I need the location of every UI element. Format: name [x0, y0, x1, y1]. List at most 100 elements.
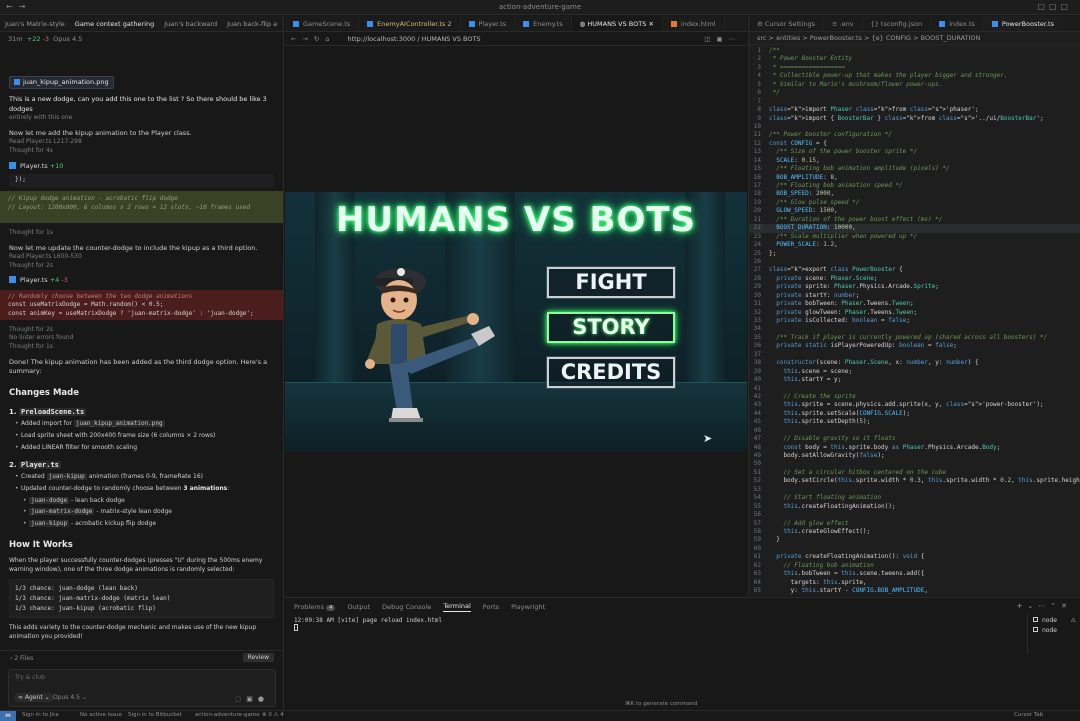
status-problems[interactable]: ⊗ 0 ⚠ 4 — [262, 712, 284, 718]
panel-tab-terminal[interactable]: Terminal — [443, 602, 471, 612]
menu-button-fight[interactable]: FIGHT — [547, 267, 675, 298]
code-line[interactable]: 30 private startY: number; — [749, 292, 1080, 300]
composer-icons[interactable]: ◌▣● — [235, 695, 269, 703]
code-line[interactable]: 42 // Create the sprite — [749, 393, 1080, 401]
code-line[interactable]: 17 /** Floating bob animation speed */ — [749, 182, 1080, 190]
code-line[interactable]: 24 POWER_SCALE: 1.2, — [749, 241, 1080, 249]
code-line[interactable]: 22 BOOST_DURATION: 10000, — [749, 224, 1080, 233]
changed-files-toggle[interactable]: › 2 Files — [10, 655, 33, 662]
chat-tab[interactable]: Juan's Matrix-style — [0, 16, 70, 32]
code-line[interactable]: 49 body.setAllowGravity(false); — [749, 452, 1080, 460]
editor-tab[interactable]: {} tsconfig.json — [863, 16, 932, 31]
editor-tab[interactable]: GameScene.ts — [285, 16, 360, 31]
code-line[interactable]: 65 y: this.startY - CONFIG.BOB_AMPLITUDE… — [749, 587, 1080, 595]
edited-file-chip[interactable]: Player.ts +10 — [9, 161, 274, 171]
code-line[interactable]: 7 — [749, 98, 1080, 106]
status-cursor-tab[interactable]: Cursor Tab — [1014, 712, 1043, 718]
code-line[interactable]: 35 /** Track if player is currently powe… — [749, 334, 1080, 342]
code-line[interactable]: 8 class="k">import Phaser class="k">from … — [749, 106, 1080, 114]
menu-button-credits[interactable]: CREDITS — [547, 357, 675, 388]
code-line[interactable]: 5 * Similar to Mario's mushroom/flower p… — [749, 81, 1080, 89]
code-line[interactable]: 16 BOB_AMPLITUDE: 8, — [749, 174, 1080, 182]
chat-tab[interactable]: Juan back-flip a — [222, 16, 282, 32]
panel-tab-problems[interactable]: Problems 4 — [294, 603, 336, 611]
code-line[interactable]: 57 // Add glow effect — [749, 520, 1080, 528]
code-line[interactable]: 43 this.sprite = scene.physics.add.sprit… — [749, 401, 1080, 409]
code-line[interactable]: 50 — [749, 460, 1080, 468]
editor-tab[interactable]: Player.ts — [461, 16, 516, 31]
chat-tab[interactable]: Juan's backward — [159, 16, 222, 32]
code-line[interactable]: 20 GLOW_SPEED: 1500, — [749, 207, 1080, 215]
code-line[interactable]: 4 * Collectible power-up that makes the … — [749, 72, 1080, 80]
code-line[interactable]: 54 // Start floating animation — [749, 494, 1080, 502]
code-line[interactable]: 6 */ — [749, 89, 1080, 97]
code-line[interactable]: 18 BOB_SPEED: 2000, — [749, 190, 1080, 198]
browser-nav-icons[interactable]: ←→↻⌂ — [291, 35, 335, 43]
code-line[interactable]: 23 /** Scale multiplier when powered up … — [749, 233, 1080, 241]
thought-step[interactable]: Thought for 2s — [9, 326, 274, 335]
breadcrumb[interactable]: src > entities > PowerBooster.ts > {e} C… — [749, 32, 1080, 45]
code-line[interactable]: 14 SCALE: 0.15, — [749, 157, 1080, 165]
thought-step[interactable]: Thought for 1s — [9, 229, 274, 238]
browser-tool-icons[interactable]: ◫▣⋯ — [704, 35, 741, 43]
code-line[interactable]: 44 this.sprite.setScale(CONFIG.SCALE); — [749, 410, 1080, 418]
code-line[interactable]: 41 — [749, 385, 1080, 393]
code-line[interactable]: 15 /** Floating bob animation amplitude … — [749, 165, 1080, 173]
agent-mode-select[interactable]: ∞ Agent ⌄ — [14, 693, 54, 702]
code-line[interactable]: 34 — [749, 325, 1080, 333]
code-line[interactable]: 21 /** Duration of the power boost effec… — [749, 216, 1080, 224]
editor-tab[interactable]: index.ts — [931, 16, 984, 31]
status-jira[interactable]: Sign in to Jira — [22, 712, 59, 718]
image-icon[interactable]: ▣ — [246, 695, 258, 703]
code-line[interactable]: 37 — [749, 351, 1080, 359]
code-line[interactable]: 29 private sprite: Phaser.Physics.Arcade… — [749, 283, 1080, 291]
url-input[interactable]: http://localhost:3000 / HUMANS VS BOTS — [347, 35, 480, 43]
close-icon[interactable]: ✕ — [648, 20, 653, 28]
code-line[interactable]: 11 /** Power booster configuration */ — [749, 131, 1080, 139]
code-line[interactable]: 55 this.createFloatingAnimation(); — [749, 503, 1080, 511]
read-step[interactable]: Read Player.ts L600-530 — [9, 253, 274, 262]
code-line[interactable]: 9 class="k">import { BoosterBar } class="… — [749, 115, 1080, 123]
new-chat-button[interactable]: + — [282, 16, 283, 32]
code-line[interactable]: 62 // Floating bob animation — [749, 562, 1080, 570]
status-issue[interactable]: No active issue — [80, 712, 122, 718]
terminal-instance[interactable]: node — [1033, 617, 1075, 624]
code-line[interactable]: 47 // Disable gravity so it floats — [749, 435, 1080, 443]
editor-tab-active[interactable]: PowerBooster.ts — [983, 16, 1063, 31]
code-line[interactable]: 52 body.setCircle(this.sprite.width * 0.… — [749, 477, 1080, 485]
code-line[interactable]: 32 private glowTween: Phaser.Tweens.Twee… — [749, 309, 1080, 317]
code-line[interactable]: 27 class="k">export class PowerBooster { — [749, 266, 1080, 274]
code-line[interactable]: 2 * Power Booster Entity — [749, 55, 1080, 63]
code-area[interactable]: 1/** 2 * Power Booster Entity 3 * ========… — [749, 47, 1080, 596]
model-select[interactable]: Opus 4.5 ⌄ — [53, 694, 87, 701]
code-line[interactable]: 45 this.sprite.setDepth(5); — [749, 418, 1080, 426]
code-line[interactable]: 31 private bobTween: Phaser.Tweens.Tween… — [749, 300, 1080, 308]
thought-step[interactable]: Thought for 1s — [9, 343, 274, 352]
code-line[interactable]: 64 targets: this.sprite, — [749, 579, 1080, 587]
code-line[interactable]: 60 — [749, 545, 1080, 553]
code-line[interactable]: 48 const body = this.sprite.body as Phas… — [749, 444, 1080, 452]
editor-tab[interactable]: ⚙ Cursor Settings — [749, 16, 824, 31]
chat-input[interactable]: Try & club ∞ Agent ⌄ Opus 4.5 ⌄ ◌▣● — [8, 669, 276, 707]
code-line[interactable]: 1 /** — [749, 47, 1080, 55]
code-line[interactable]: 33 private isCollected: boolean = false; — [749, 317, 1080, 325]
code-line[interactable]: 38 constructor(scene: Phaser.Scene, x: n… — [749, 359, 1080, 367]
code-line[interactable]: 53 — [749, 486, 1080, 494]
send-icon[interactable]: ● — [258, 695, 269, 703]
thought-step[interactable]: Thought for 4s — [9, 147, 274, 156]
code-line[interactable]: 61 private createFloatingAnimation(): vo… — [749, 553, 1080, 561]
review-button[interactable]: Review — [242, 653, 274, 662]
editor-tab[interactable]: EnemyAIController.ts 2 — [359, 16, 461, 31]
panel-tab-ports[interactable]: Ports — [483, 603, 499, 611]
code-line[interactable]: 12 const CONFIG = { — [749, 140, 1080, 148]
game-canvas[interactable]: HUMANS VS BOTS FIGHT STORY CREDITS ➤ — [285, 192, 747, 452]
status-project[interactable]: action-adventure-game — [195, 712, 260, 718]
code-line[interactable]: 13 /** Size of the power booster sprite … — [749, 148, 1080, 156]
code-line[interactable]: 63 this.bobTween = this.scene.tweens.add… — [749, 570, 1080, 578]
editor-tab[interactable]: Enemy.ts — [515, 16, 572, 31]
panel-tab-output[interactable]: Output — [347, 603, 370, 611]
thought-step[interactable]: Thought for 2s — [9, 262, 274, 271]
chat-tab-active[interactable]: Game context gathering — [70, 16, 159, 32]
editor-tab[interactable]: ≡ .env — [824, 16, 863, 31]
menu-button-story[interactable]: STORY — [547, 312, 675, 343]
